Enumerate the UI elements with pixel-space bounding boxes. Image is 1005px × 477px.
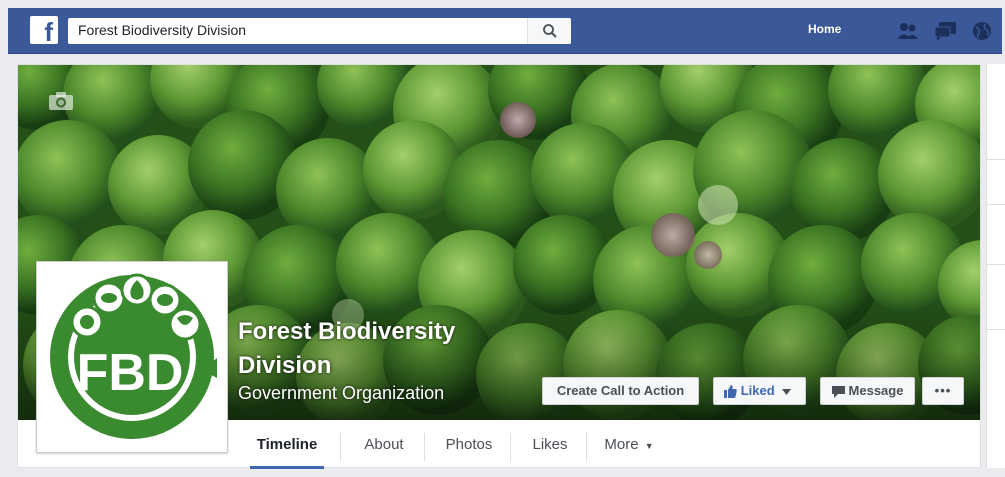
tab-likes[interactable]: Likes — [518, 425, 582, 469]
messages-icon[interactable] — [934, 20, 958, 42]
home-link[interactable]: Home — [808, 22, 841, 36]
search-button[interactable] — [527, 18, 571, 44]
message-icon — [831, 385, 845, 398]
page-header-card: FBD FOREST BIODIVERSITY DIVISION Forest … — [17, 64, 981, 469]
create-call-to-action-button[interactable]: Create Call to Action — [542, 377, 699, 405]
camera-icon[interactable] — [48, 91, 74, 111]
chevron-down-icon — [782, 388, 792, 395]
caret-down-icon: ▼ — [644, 441, 654, 451]
page-title[interactable]: Forest Biodiversity Division — [238, 315, 498, 383]
sidebar-divider — [987, 264, 1005, 265]
message-label: Message — [848, 383, 904, 398]
search-icon — [543, 24, 557, 38]
facebook-logo[interactable]: f — [30, 16, 58, 44]
sidebar-divider — [987, 159, 1005, 160]
sidebar-divider — [987, 204, 1005, 205]
tab-about[interactable]: About — [348, 425, 420, 469]
top-navigation-bar: f Forest Biodiversity Division Home — [8, 8, 1002, 54]
search-box[interactable]: Forest Biodiversity Division — [68, 18, 571, 44]
sidebar-divider — [987, 329, 1005, 330]
friends-icon[interactable] — [896, 20, 920, 42]
profile-picture[interactable]: FBD FOREST BIODIVERSITY DIVISION — [36, 261, 228, 453]
more-options-button[interactable]: ••• — [922, 377, 964, 405]
globe-icon[interactable] — [970, 20, 994, 42]
tab-divider — [586, 433, 587, 461]
liked-label: Liked — [740, 383, 775, 398]
fbd-logo-text: FBD — [77, 344, 184, 402]
right-sidebar-edge — [986, 64, 1005, 468]
tab-photos[interactable]: Photos — [432, 425, 506, 469]
search-input[interactable]: Forest Biodiversity Division — [78, 22, 246, 38]
message-button[interactable]: Message — [820, 377, 915, 405]
tab-divider — [424, 433, 425, 461]
tab-more[interactable]: More ▼ — [594, 425, 664, 469]
tab-divider — [340, 433, 341, 461]
thumbs-up-icon — [723, 385, 737, 399]
more-options-label: ••• — [934, 383, 952, 398]
fbd-logo: FBD FOREST BIODIVERSITY DIVISION — [50, 273, 217, 439]
tab-timeline[interactable]: Timeline — [250, 425, 324, 469]
tab-more-label: More — [604, 436, 639, 453]
cta-label: Create Call to Action — [556, 383, 685, 398]
page-category: Government Organization — [238, 383, 445, 403]
tab-divider — [510, 433, 511, 461]
liked-button[interactable]: Liked — [713, 377, 806, 405]
